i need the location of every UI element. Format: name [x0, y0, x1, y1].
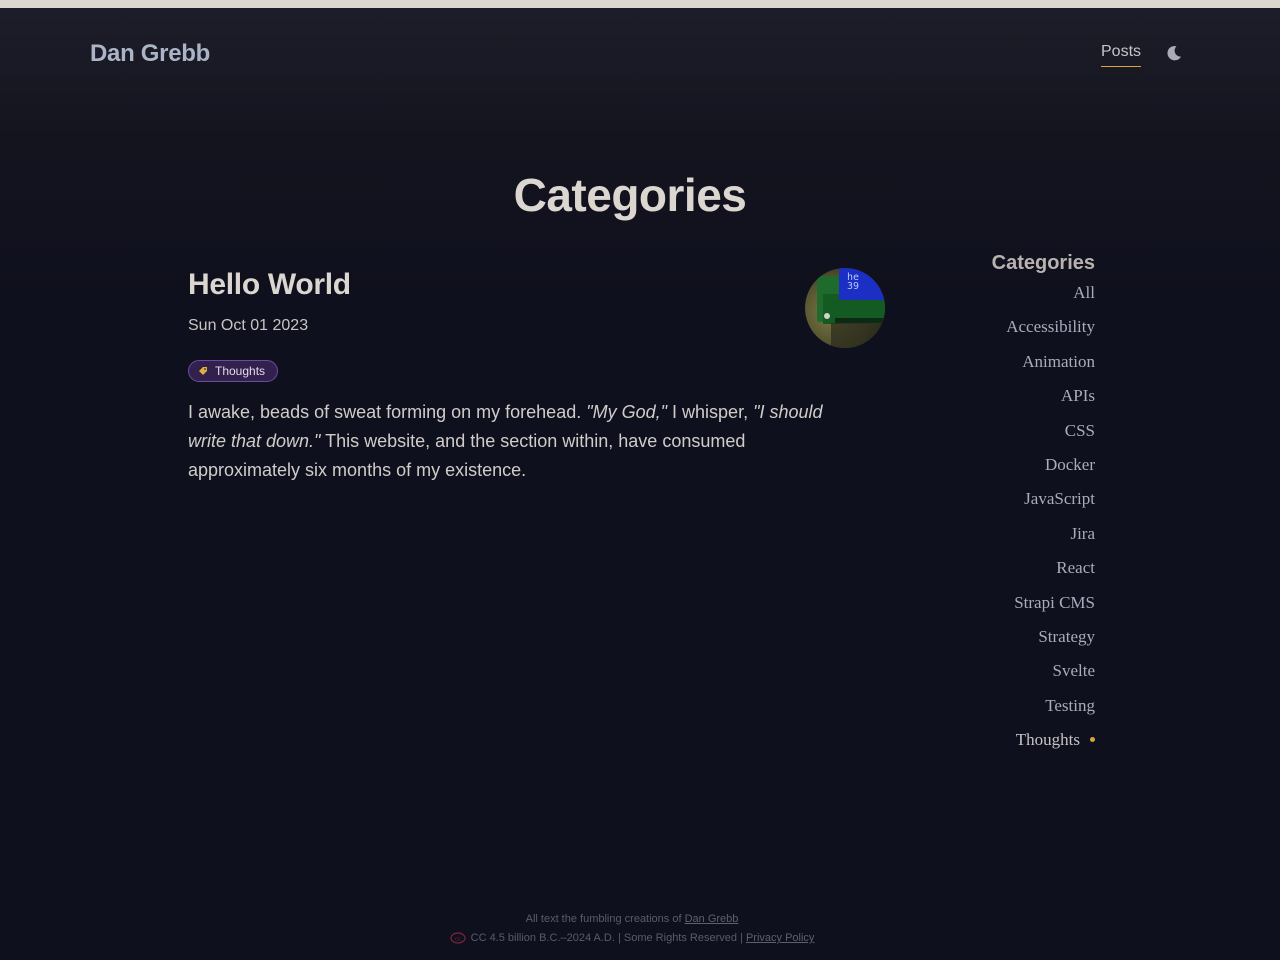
excerpt-quote-1: "My God,"	[586, 402, 668, 422]
post-card: Hello World Sun Oct 01 2023 he 39 Though…	[188, 268, 888, 480]
post-title-link[interactable]: Hello World	[188, 268, 888, 302]
theme-toggle-button[interactable]	[1164, 43, 1184, 63]
tag-thoughts[interactable]: Thoughts	[188, 360, 279, 382]
category-list: All Accessibility Animation APIs CSS Doc…	[960, 276, 1095, 757]
svg-text:39: 39	[847, 281, 859, 292]
top-accent-bar	[0, 0, 1280, 8]
lcd-display-photo: he 39	[805, 268, 885, 348]
post-thumbnail[interactable]: he 39	[805, 268, 885, 348]
active-indicator-dot	[1090, 736, 1095, 742]
category-animation[interactable]: Animation	[960, 345, 1095, 379]
category-react[interactable]: React	[960, 551, 1095, 585]
category-svelte[interactable]: Svelte	[960, 654, 1096, 688]
footer-line-2: cc CC 4.5 billion B.C.–2024 A.D. | Some …	[0, 929, 1264, 948]
category-javascript[interactable]: JavaScript	[960, 482, 1095, 516]
footer-line-1: All text the fumbling creations of Dan G…	[0, 910, 1264, 929]
tag-label: Thoughts	[215, 364, 266, 378]
footer-author-link[interactable]: Dan Grebb	[685, 913, 739, 925]
category-accessibility[interactable]: Accessibility	[960, 310, 1095, 344]
excerpt-text-1: I awake, beads of sweat forming on my fo…	[188, 402, 587, 422]
category-css[interactable]: CSS	[960, 414, 1095, 448]
excerpt-text-2: I whisper,	[667, 402, 754, 422]
category-strategy[interactable]: Strategy	[960, 620, 1095, 654]
tag-icon	[199, 367, 207, 375]
site-name-link[interactable]: Dan Grebb	[90, 40, 210, 68]
footer-credit-text: All text the fumbling creations of	[525, 913, 685, 925]
category-all[interactable]: All	[960, 276, 1095, 310]
category-jira[interactable]: Jira	[960, 517, 1095, 551]
privacy-policy-link[interactable]: Privacy Policy	[746, 932, 814, 944]
category-apis[interactable]: APIs	[960, 379, 1095, 413]
moon-icon	[1167, 45, 1181, 61]
category-strapi-cms[interactable]: Strapi CMS	[960, 586, 1095, 620]
svg-text:cc: cc	[455, 936, 461, 942]
category-thoughts[interactable]: Thoughts	[960, 723, 1095, 757]
category-docker[interactable]: Docker	[960, 448, 1095, 482]
post-excerpt: I awake, beads of sweat forming on my fo…	[188, 398, 858, 485]
page-title: Categories	[513, 169, 747, 221]
cc-icon: cc	[449, 932, 466, 944]
site-footer: All text the fumbling creations of Dan G…	[0, 910, 1264, 948]
sidebar-title: Categories	[991, 252, 1095, 274]
category-testing[interactable]: Testing	[960, 689, 1095, 723]
category-thoughts-label: Thoughts	[1015, 730, 1080, 750]
categories-sidebar: Categories All Accessibility Animation A…	[960, 250, 1095, 757]
nav-posts-link[interactable]: Posts	[1101, 43, 1142, 67]
footer-license-text: CC 4.5 billion B.C.–2024 A.D. | Some Rig…	[470, 932, 746, 944]
post-date: Sun Oct 01 2023	[188, 317, 309, 334]
